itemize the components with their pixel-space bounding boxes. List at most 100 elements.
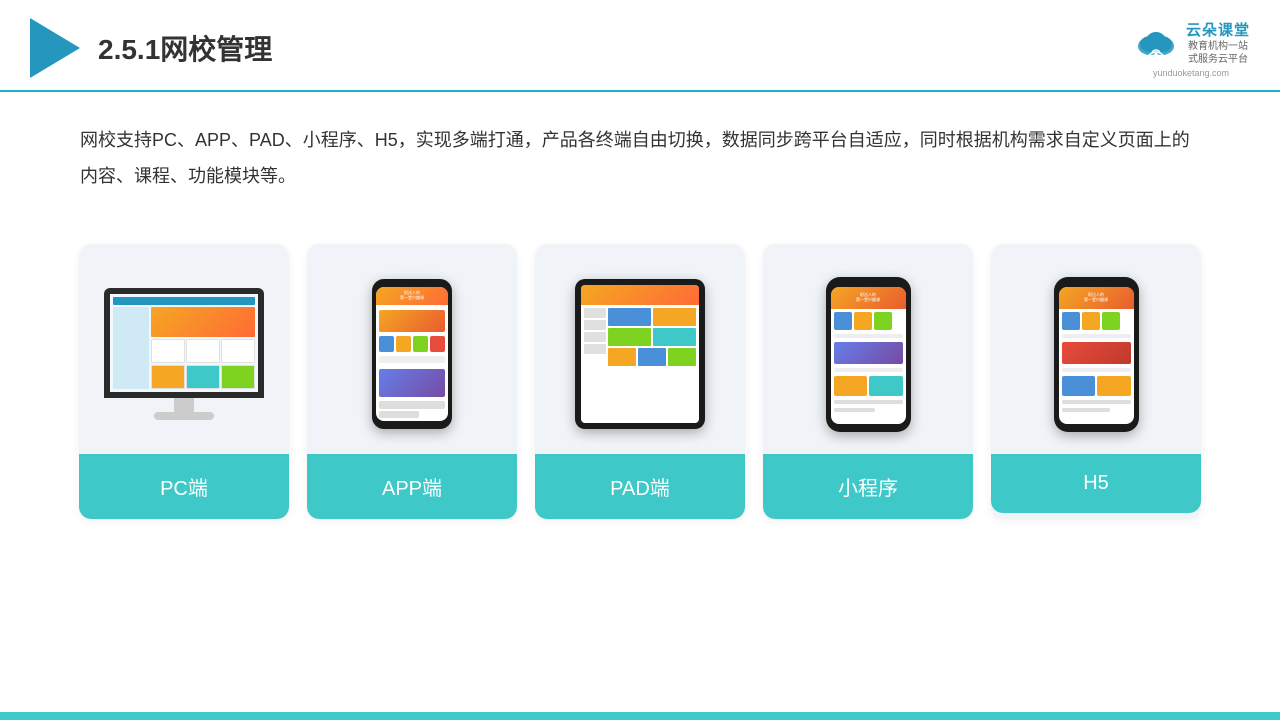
mini-line-2 bbox=[834, 368, 903, 372]
phone-icon-1 bbox=[379, 336, 394, 352]
mini-card-2 bbox=[869, 376, 903, 396]
screen-card-5 bbox=[186, 365, 220, 389]
pad-label: PAD端 bbox=[535, 454, 745, 519]
screen-header-bar bbox=[113, 297, 255, 305]
mini-line-3 bbox=[834, 400, 903, 404]
mini-line-4 bbox=[834, 408, 875, 412]
device-card-pc: PC端 bbox=[79, 244, 289, 519]
page-title: 2.5.1网校管理 bbox=[98, 28, 272, 68]
phone-body bbox=[376, 305, 448, 421]
logo-url: yunduoketang.com bbox=[1153, 68, 1229, 78]
screen-main bbox=[151, 307, 256, 389]
phone-banner-1 bbox=[379, 310, 445, 332]
pad-card-5 bbox=[608, 348, 636, 366]
phone-text-1 bbox=[379, 356, 445, 363]
pad-main bbox=[608, 308, 696, 420]
phone-banner-2 bbox=[379, 369, 445, 397]
h5-icon-3 bbox=[1102, 312, 1120, 330]
pad-row-1 bbox=[608, 308, 696, 326]
phone-icon-2 bbox=[396, 336, 411, 352]
pc-label: PC端 bbox=[79, 454, 289, 519]
h5-card-row bbox=[1062, 376, 1131, 396]
pad-sidebar-1 bbox=[584, 308, 606, 318]
pc-monitor bbox=[104, 288, 264, 420]
phone-notch bbox=[400, 281, 424, 287]
mini-phone-screen: 职达人的第一堂兴趣课 bbox=[831, 287, 906, 424]
h5-phone-screen: 职达人的第一堂兴趣课 bbox=[1059, 287, 1134, 424]
mini-card-1 bbox=[834, 376, 868, 396]
mini-card-row bbox=[834, 376, 903, 396]
screen-card-4 bbox=[151, 365, 185, 389]
device-card-miniprogram: 职达人的第一堂兴趣课 bbox=[763, 244, 973, 519]
monitor-frame bbox=[104, 288, 264, 398]
pad-card-2 bbox=[653, 308, 696, 326]
pad-sidebar bbox=[584, 308, 606, 420]
monitor-neck bbox=[174, 398, 194, 412]
mini-image-area: 职达人的第一堂兴趣课 bbox=[763, 244, 973, 454]
h5-image-area: 职达人的第一堂兴趣课 bbox=[991, 244, 1201, 454]
h5-line-1 bbox=[1062, 334, 1131, 338]
bottom-accent-bar bbox=[0, 712, 1280, 720]
cloud-logo-icon: 云朵课堂 教育机构一站式服务云平台 bbox=[1132, 19, 1250, 66]
mini-phone: 职达人的第一堂兴趣课 bbox=[826, 277, 911, 432]
screen-card-3 bbox=[221, 339, 255, 363]
brand-triangle-icon bbox=[30, 18, 80, 78]
pad-body bbox=[581, 305, 699, 423]
mini-icon-3 bbox=[874, 312, 892, 330]
pad-row-3 bbox=[608, 348, 696, 366]
phone-icon-4 bbox=[430, 336, 445, 352]
mini-icon-2 bbox=[854, 312, 872, 330]
app-image-area: 职达人的第一堂兴趣课 bbox=[307, 244, 517, 454]
screen-card-1 bbox=[151, 339, 185, 363]
screen-body bbox=[113, 307, 255, 389]
h5-card-1 bbox=[1062, 376, 1096, 396]
h5-line-2 bbox=[1062, 368, 1131, 372]
monitor-screen bbox=[110, 294, 258, 392]
pad-row-2 bbox=[608, 328, 696, 346]
screen-cards bbox=[151, 339, 256, 363]
pad-card-7 bbox=[668, 348, 696, 366]
phone-top-bar: 职达人的第一堂兴趣课 bbox=[376, 287, 448, 305]
logo-text: 云朵课堂 教育机构一站式服务云平台 bbox=[1186, 19, 1250, 66]
pc-image-area bbox=[79, 244, 289, 454]
h5-phone-notch bbox=[1085, 281, 1107, 286]
device-card-h5: 职达人的第一堂兴趣课 bbox=[991, 244, 1201, 519]
logo-tagline: 教育机构一站式服务云平台 bbox=[1186, 40, 1250, 66]
h5-icon-1 bbox=[1062, 312, 1080, 330]
phone-frame: 职达人的第一堂兴趣课 bbox=[372, 279, 452, 429]
h5-body bbox=[1059, 309, 1134, 424]
app-phone: 职达人的第一堂兴趣课 bbox=[372, 279, 452, 429]
monitor-base bbox=[154, 412, 214, 420]
h5-line-4 bbox=[1062, 408, 1110, 412]
phone-icon-row-1 bbox=[379, 336, 445, 352]
h5-card-2 bbox=[1097, 376, 1131, 396]
screen-banner bbox=[151, 307, 256, 337]
device-card-pad: PAD端 bbox=[535, 244, 745, 519]
pad-sidebar-2 bbox=[584, 320, 606, 330]
phone-text-2 bbox=[379, 401, 445, 408]
h5-top-bar-text: 职达人的第一堂兴趣课 bbox=[1084, 293, 1108, 303]
pad-sidebar-4 bbox=[584, 344, 606, 354]
cloud-icon bbox=[1132, 26, 1180, 58]
phone-icon-3 bbox=[413, 336, 428, 352]
description-paragraph: 网校支持PC、APP、PAD、小程序、H5，实现多端打通，产品各终端自由切换，数… bbox=[80, 122, 1200, 194]
screen-sidebar bbox=[113, 307, 149, 389]
pad-frame bbox=[575, 279, 705, 429]
phone-screen: 职达人的第一堂兴趣课 bbox=[376, 287, 448, 421]
header-left: 2.5.1网校管理 bbox=[30, 18, 272, 78]
pad-screen bbox=[581, 285, 699, 423]
device-card-app: 职达人的第一堂兴趣课 bbox=[307, 244, 517, 519]
phone-screen-content: 职达人的第一堂兴趣课 bbox=[376, 287, 448, 421]
screen-card-6 bbox=[221, 365, 255, 389]
page-header: 2.5.1网校管理 云朵课堂 教育机构一站式服务云平台 yunduoketang… bbox=[0, 0, 1280, 92]
screen-cards-2 bbox=[151, 365, 256, 389]
h5-phone: 职达人的第一堂兴趣课 bbox=[1054, 277, 1139, 432]
h5-icon-2 bbox=[1082, 312, 1100, 330]
mini-phone-notch bbox=[857, 281, 879, 286]
pad-sidebar-3 bbox=[584, 332, 606, 342]
h5-label: H5 bbox=[991, 454, 1201, 513]
screen-card-2 bbox=[186, 339, 220, 363]
mini-banner bbox=[834, 342, 903, 364]
h5-icon-row bbox=[1062, 312, 1131, 330]
description-text: 网校支持PC、APP、PAD、小程序、H5，实现多端打通，产品各终端自由切换，数… bbox=[0, 92, 1280, 204]
